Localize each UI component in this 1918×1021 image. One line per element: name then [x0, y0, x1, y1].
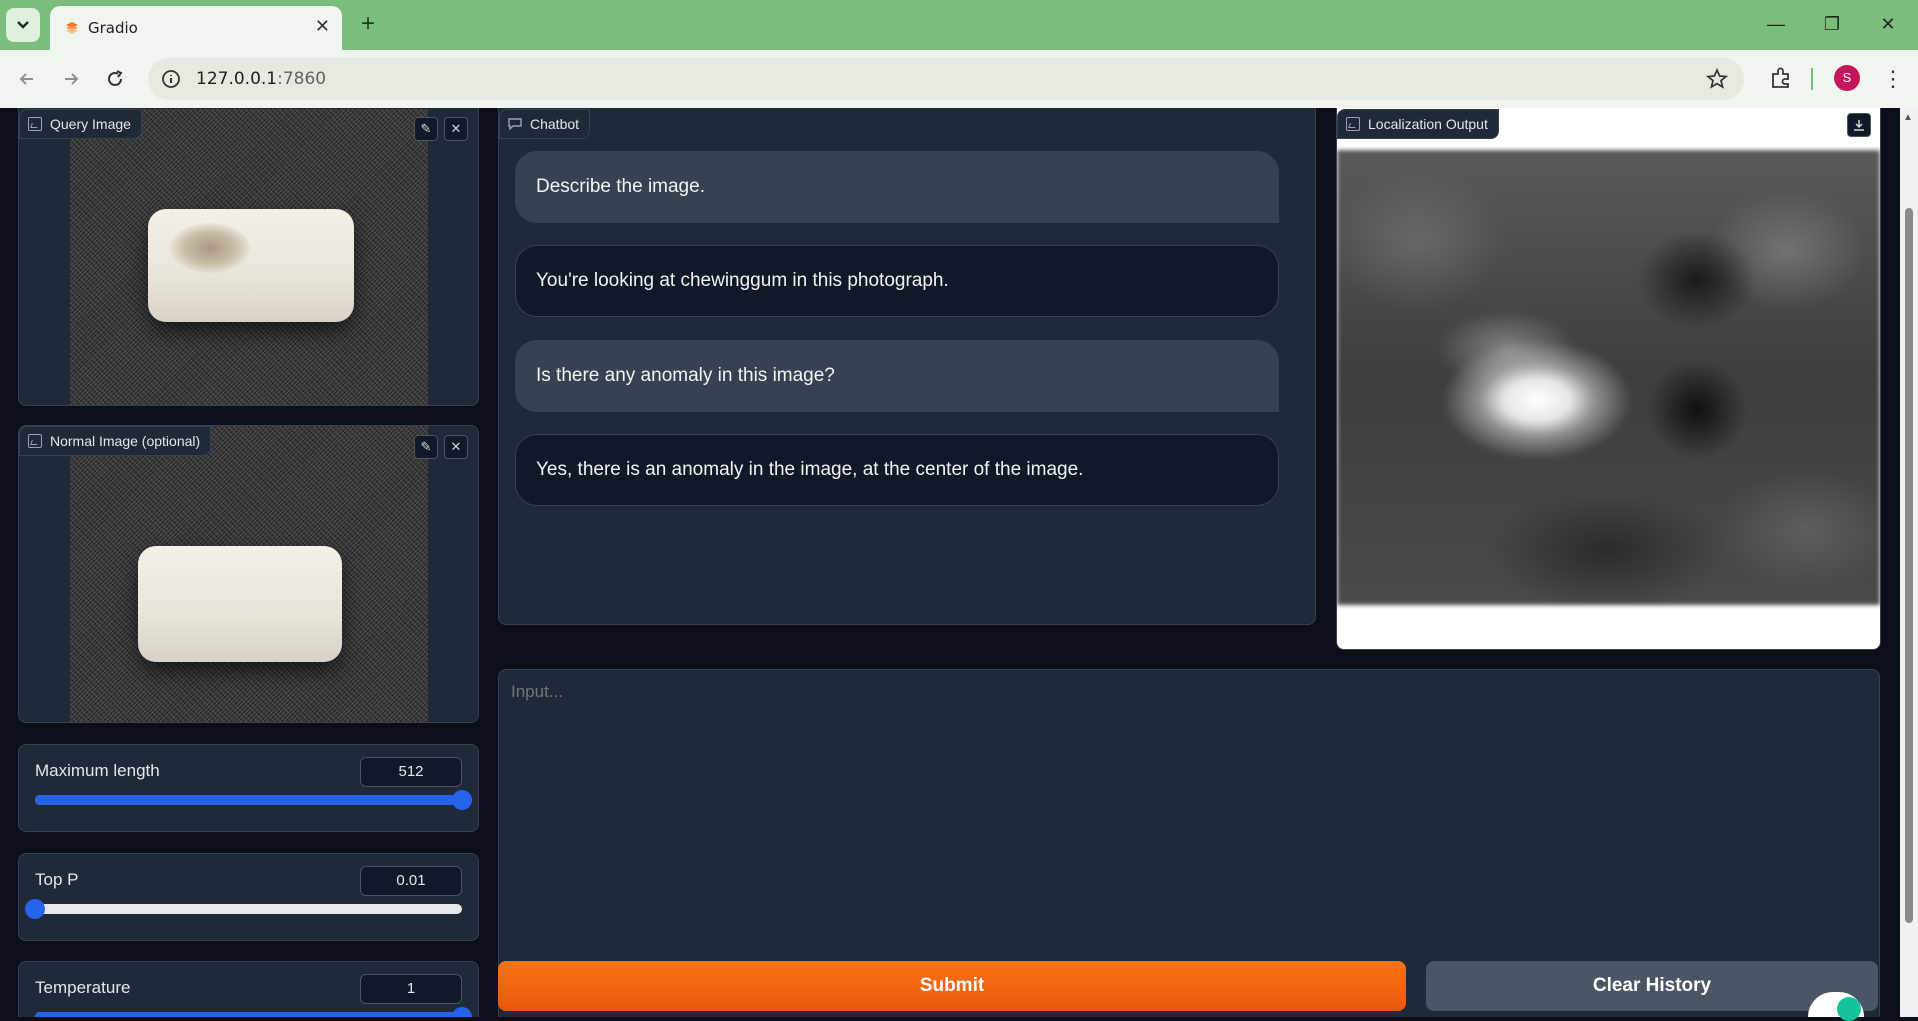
arrow-left-icon: [19, 73, 33, 85]
max-length-value[interactable]: 512: [360, 757, 462, 787]
image-icon: [28, 117, 42, 131]
image-icon: [28, 434, 42, 448]
query-image-panel: Query Image ✎ ✕: [18, 108, 479, 406]
back-button[interactable]: [10, 62, 44, 96]
address-bar[interactable]: [148, 58, 1744, 100]
normal-image-panel: Normal Image (optional) ✎ ✕: [18, 425, 479, 723]
bookmark-star-icon[interactable]: [1705, 67, 1729, 91]
top-p-thumb[interactable]: [25, 899, 45, 919]
temperature-value[interactable]: 1: [360, 974, 462, 1004]
max-length-label: Maximum length: [35, 761, 160, 780]
scroll-up-icon[interactable]: ▲: [1903, 112, 1913, 123]
browser-tab[interactable]: Gradio ✕: [50, 6, 342, 50]
chat-icon: [508, 118, 522, 130]
temperature-fill: [35, 1012, 462, 1017]
normal-image-label-chip: Normal Image (optional): [19, 426, 212, 456]
localization-label: Localization Output: [1368, 116, 1488, 132]
site-info-icon[interactable]: [160, 68, 182, 90]
temperature-thumb[interactable]: [452, 1007, 472, 1017]
tab-search-button[interactable]: [6, 8, 40, 42]
close-icon[interactable]: ✕: [444, 117, 468, 141]
arrow-right-icon: [65, 73, 79, 85]
localization-output-panel: Localization Output: [1336, 108, 1881, 650]
localization-label-chip: Localization Output: [1337, 109, 1499, 139]
chatbot-label: Chatbot: [530, 116, 580, 132]
gum-object: [148, 209, 354, 322]
close-icon[interactable]: ✕: [444, 435, 468, 459]
url-text: 127.0.0.1:7860: [196, 69, 326, 89]
temperature-slider: Temperature 1: [18, 961, 479, 1017]
tab-title: Gradio: [88, 19, 138, 37]
edit-icon[interactable]: ✎: [414, 435, 438, 459]
gradio-logo-icon: [66, 22, 78, 34]
query-image-label: Query Image: [50, 116, 131, 132]
chat-message-text: Describe the image.: [536, 176, 705, 197]
grammarly-icon: [1837, 997, 1861, 1021]
max-length-slider: Maximum length 512: [18, 744, 479, 832]
url-port: :7860: [277, 69, 327, 89]
extensions-icon[interactable]: [1768, 65, 1794, 91]
edit-icon[interactable]: ✎: [414, 117, 438, 141]
normal-image: [70, 426, 428, 722]
clear-history-button[interactable]: Clear History: [1426, 961, 1878, 1011]
submit-button[interactable]: Submit: [498, 961, 1406, 1011]
url-host: 127.0.0.1: [196, 69, 278, 89]
gradio-app: Query Image ✎ ✕ Normal Image (optional) …: [0, 108, 1900, 1017]
download-icon[interactable]: [1847, 113, 1871, 137]
chatbot-label-chip: Chatbot: [499, 109, 591, 139]
chat-message-text: Is there any anomaly in this image?: [536, 365, 835, 386]
temperature-track[interactable]: [35, 1007, 472, 1017]
localization-heatmap: [1337, 150, 1880, 605]
browser-menu-icon[interactable]: ⋮: [1882, 66, 1904, 92]
query-image: [70, 109, 428, 405]
scrollbar-thumb[interactable]: [1905, 208, 1913, 923]
chat-message-user: Describe the image.: [515, 151, 1279, 223]
window-close-button[interactable]: ✕: [1868, 6, 1908, 42]
toolbar-divider: [1811, 68, 1813, 90]
top-p-label: Top P: [35, 870, 79, 889]
top-p-slider: Top P 0.01: [18, 853, 479, 941]
max-length-track[interactable]: [35, 790, 472, 810]
query-image-label-chip: Query Image: [19, 109, 142, 139]
new-tab-button[interactable]: +: [352, 8, 384, 40]
image-icon: [1346, 117, 1360, 131]
chat-message-bot: Yes, there is an anomaly in the image, a…: [515, 434, 1279, 506]
gum-object: [138, 546, 342, 662]
temperature-label: Temperature: [35, 978, 131, 997]
profile-avatar[interactable]: S: [1834, 65, 1860, 91]
reload-icon: [108, 70, 123, 86]
gum-defect: [170, 223, 250, 273]
normal-image-label: Normal Image (optional): [50, 433, 201, 449]
chat-message-user: Is there any anomaly in this image?: [515, 340, 1279, 412]
reload-button[interactable]: [98, 62, 132, 96]
max-length-thumb[interactable]: [452, 790, 472, 810]
chat-message-bot: You're looking at chewinggum in this pho…: [515, 245, 1279, 317]
chat-message-text: You're looking at chewinggum in this pho…: [536, 270, 949, 291]
max-length-fill: [35, 795, 462, 805]
minimize-button[interactable]: —: [1756, 6, 1796, 42]
chevron-down-icon: [17, 21, 29, 29]
chat-message-text: Yes, there is an anomaly in the image, a…: [536, 459, 1084, 480]
top-p-value[interactable]: 0.01: [360, 866, 462, 896]
top-p-track[interactable]: [25, 899, 462, 919]
forward-button[interactable]: [54, 62, 88, 96]
tab-close-icon[interactable]: ✕: [315, 16, 330, 37]
restore-button[interactable]: ❐: [1812, 6, 1852, 42]
